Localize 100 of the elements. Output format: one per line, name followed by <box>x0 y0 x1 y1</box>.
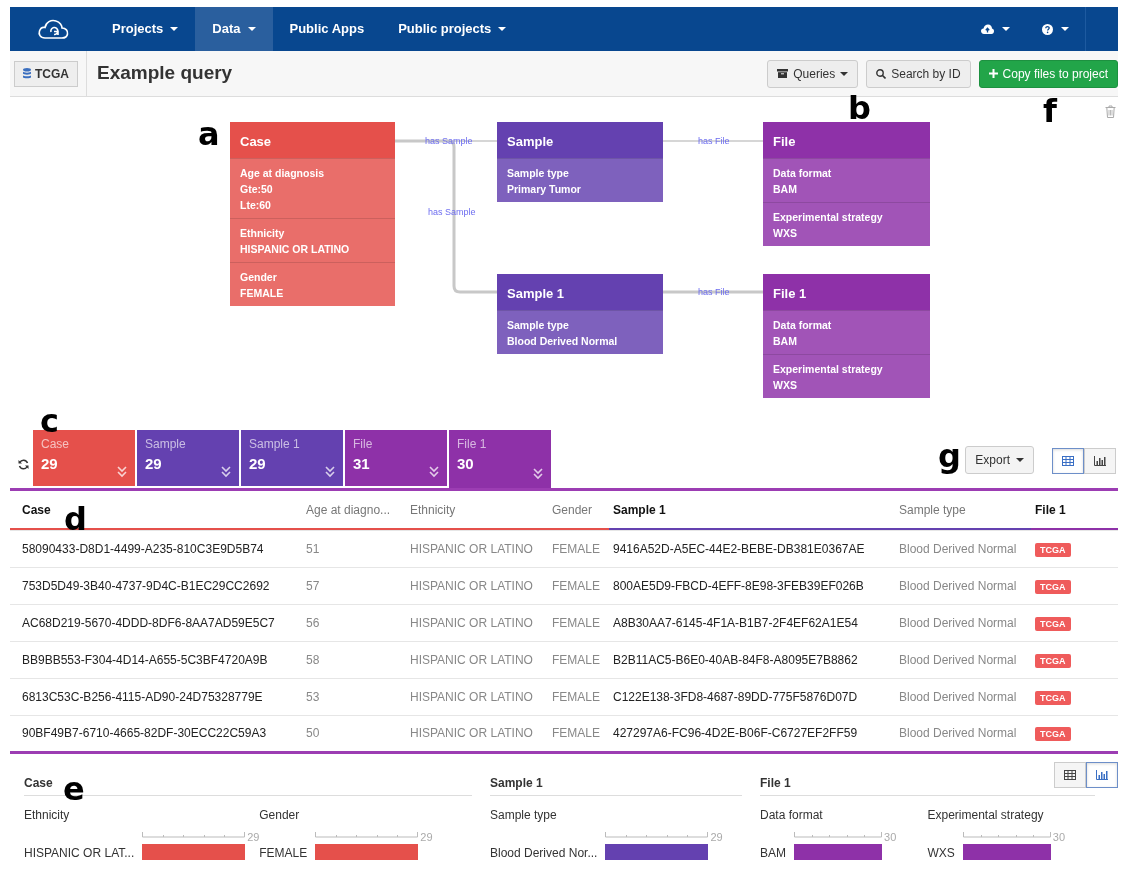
table-cell: HISPANIC OR LATINO <box>406 641 548 678</box>
column-header[interactable]: File 1 <box>1035 503 1066 517</box>
nav-menu-item[interactable]: Public Apps <box>272 7 382 51</box>
nav-menu-item[interactable]: Projects <box>95 7 196 51</box>
panel-label: a <box>198 118 220 150</box>
column-header[interactable]: Age at diagno... <box>306 503 391 517</box>
double-chevron-icon <box>325 466 335 478</box>
table-cell: 6813C53C-B256-4115-AD90-24D75328779E <box>10 678 302 715</box>
table-cell: FEMALE <box>548 567 609 604</box>
source-tag: TCGA <box>1035 727 1071 741</box>
count-tile[interactable]: Sample 29 <box>137 430 239 486</box>
source-tag: TCGA <box>1035 542 1071 557</box>
column-header[interactable]: Gender <box>552 503 593 517</box>
filter-label: Gender <box>240 270 278 285</box>
table-cell: Blood Derived Normal <box>895 604 1031 641</box>
table-icon <box>1064 769 1076 780</box>
query-node[interactable]: File Data format BAM Experimental strategy WXS <box>763 122 930 246</box>
nav-menu-item[interactable]: Public projects <box>381 7 524 51</box>
axis-max-label: 29 <box>247 831 260 842</box>
filter-value: Blood Derived Normal <box>507 334 619 349</box>
column-header[interactable]: Sample type <box>899 503 966 517</box>
caret-icon <box>840 71 849 76</box>
edge-label: has File <box>698 135 730 148</box>
column-header[interactable]: Case <box>22 503 51 517</box>
table-cell: HISPANIC OR LATINO <box>406 530 548 567</box>
node-title: Case <box>230 122 395 158</box>
table-cell: BB9BB553-F304-4D14-A655-5C3BF4720A9B <box>10 641 302 678</box>
chart-view-button[interactable] <box>1084 448 1116 474</box>
table-cell: Blood Derived Normal <box>895 678 1031 715</box>
help-icon <box>1042 23 1053 35</box>
cloud-logo-icon <box>36 18 69 40</box>
table-cell: 51 <box>302 530 406 567</box>
source-tag: TCGA <box>1035 653 1071 668</box>
table-cell: Blood Derived Normal <box>895 530 1031 567</box>
table-cell: 50 <box>302 715 406 752</box>
filter-value: WXS <box>773 226 798 241</box>
table-cell: HISPANIC OR LATINO <box>406 715 548 752</box>
node-title: Sample <box>497 122 663 158</box>
table-cell: 90BF49B7-6710-4665-82DF-30ECC22C59A3 <box>10 715 302 752</box>
chart-label: Ethnicity <box>24 806 71 824</box>
source-tag: TCGA <box>1035 579 1071 594</box>
table-cell: FEMALE <box>548 530 609 567</box>
table-view-button[interactable] <box>1052 448 1084 474</box>
double-chevron-icon <box>117 466 127 478</box>
table-cell: HISPANIC OR LATINO <box>406 567 548 604</box>
table-cell: Blood Derived Normal <box>895 715 1031 752</box>
filter-value: WXS <box>773 378 798 393</box>
query-node[interactable]: Sample 1 Sample type Blood Derived Normal <box>497 274 663 354</box>
table-cell: FEMALE <box>548 604 609 641</box>
chart-view-button[interactable] <box>1086 761 1118 788</box>
axis-max-label: 29 <box>710 831 723 842</box>
double-chevron-icon <box>429 466 439 478</box>
group-title: Case <box>24 775 53 790</box>
search-button[interactable]: Search by ID <box>866 59 971 88</box>
filter-label: Experimental strategy <box>773 210 884 225</box>
trash-icon <box>1105 105 1116 118</box>
axis-max-label: 30 <box>1052 831 1066 842</box>
table-cell: 9416A52D-A5EC-44E2-BEBE-DB381E0367AE <box>609 530 895 567</box>
source-tag: TCGA <box>1035 690 1071 705</box>
nav-menu-item[interactable]: Data <box>195 7 273 51</box>
node-title: Sample 1 <box>497 274 663 310</box>
table-cell: 53 <box>302 678 406 715</box>
queries-button[interactable]: Queries <box>767 59 859 88</box>
edge-label: has Sample <box>428 206 476 219</box>
table-cell: A8B30AA7-6145-4F1A-B1B7-2F4EF62A1E54 <box>609 604 895 641</box>
source-tag: TCGA <box>1035 616 1071 631</box>
node-title: File <box>763 122 930 158</box>
column-header[interactable]: Sample 1 <box>613 503 666 517</box>
query-node[interactable]: Sample Sample type Primary Tumor <box>497 122 663 202</box>
table-cell: Blood Derived Normal <box>895 567 1031 604</box>
edge-label: has File <box>698 286 730 299</box>
filter-value: FEMALE <box>240 286 285 301</box>
axis-max-label: 30 <box>884 831 897 842</box>
chart-label: Data format <box>760 806 824 824</box>
table-cell: 753D5D49-3B40-4737-9D4C-B1EC29CC2692 <box>10 567 302 604</box>
table-icon <box>1062 456 1074 466</box>
table-cell: 58090433-D8D1-4499-A235-810C3E9D5B74 <box>10 530 302 567</box>
export-button[interactable]: Export <box>965 446 1034 474</box>
node-title: File 1 <box>763 274 930 310</box>
column-header[interactable]: Ethnicity <box>410 503 456 517</box>
table-cell: 427297A6-FC96-4D2E-B06F-C6727EF2FF59 <box>609 715 895 752</box>
dataset-button[interactable]: TCGA <box>14 60 78 87</box>
filter-value: Gte:50 <box>240 182 274 197</box>
archive-icon <box>777 69 789 78</box>
count-tile[interactable]: File 1 30 <box>449 430 551 488</box>
page-title: Example query <box>97 62 233 85</box>
count-tile[interactable]: File 31 <box>345 430 447 486</box>
caret-icon <box>1016 458 1024 462</box>
chart-label: Gender <box>259 806 301 824</box>
search-icon <box>876 68 887 79</box>
category-label: HISPANIC OR LAT... <box>24 845 135 860</box>
filter-value: HISPANIC OR LATINO <box>240 242 351 257</box>
table-cell: B2B11AC5-B6E0-40AB-84F8-A8095E7B8862 <box>609 641 895 678</box>
query-node[interactable]: File 1 Data format BAM Experimental strategy WXS <box>763 274 930 398</box>
double-chevron-icon <box>533 468 543 480</box>
category-label: BAM <box>760 845 786 860</box>
table-view-button[interactable] <box>1054 761 1086 788</box>
filter-value: Primary Tumor <box>507 182 582 197</box>
query-node[interactable]: Case Age at diagnosis Gte:50 Lte:60 Ethnicity HISPANIC OR LATINO Gender FEMALE <box>230 122 395 306</box>
count-tile[interactable]: Sample 1 29 <box>241 430 343 486</box>
